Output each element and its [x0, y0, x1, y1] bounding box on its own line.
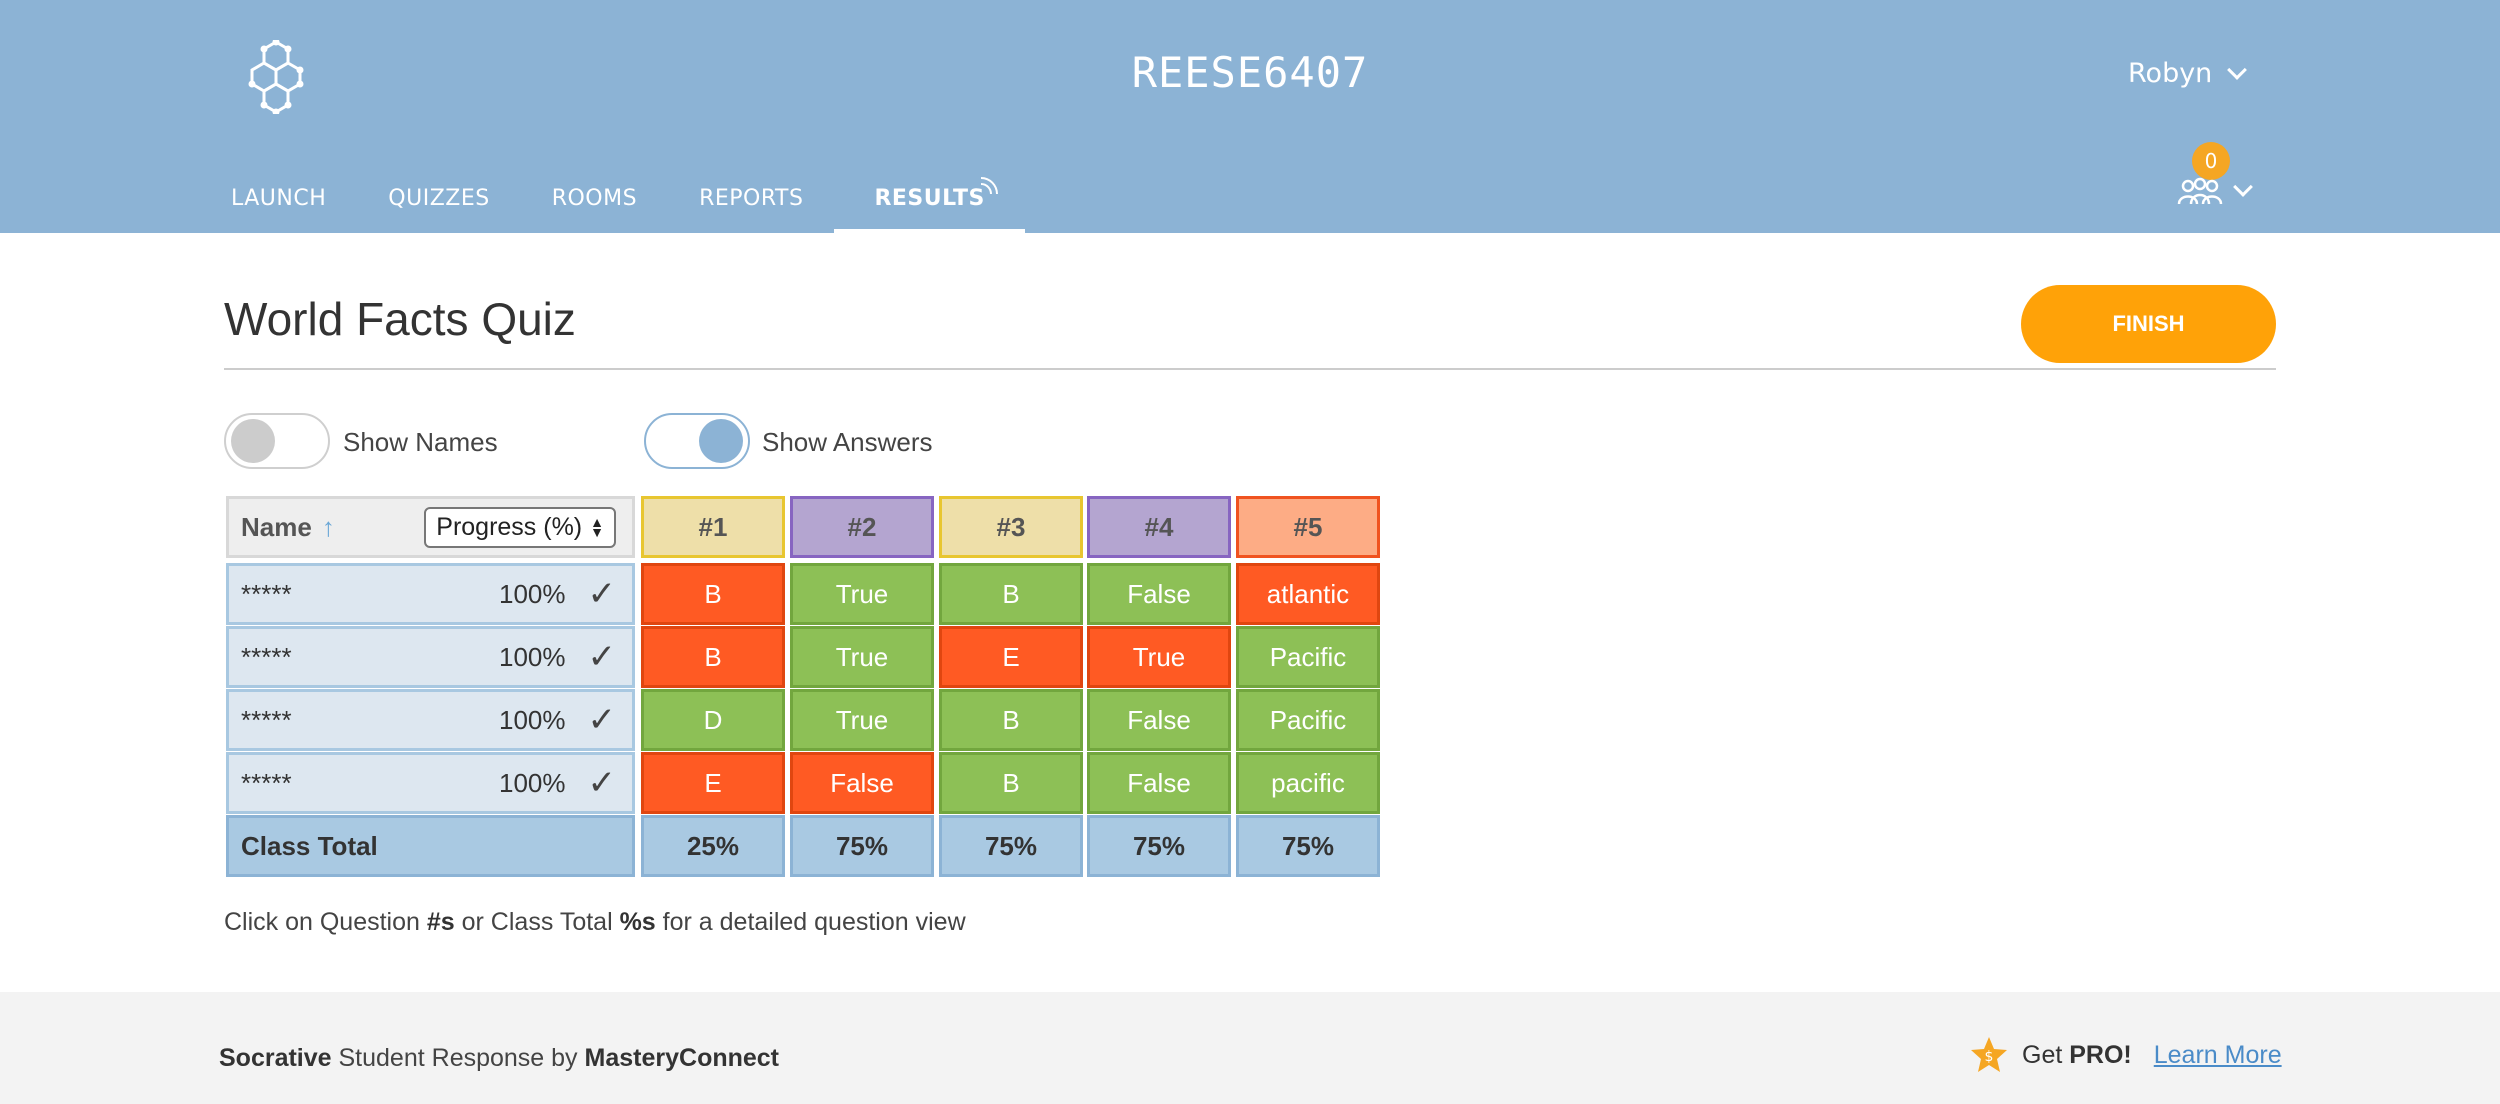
get-pro-text: Get PRO!	[2022, 1041, 2132, 1070]
nav-rooms[interactable]: ROOMS	[521, 164, 668, 233]
question-header-4[interactable]: #4	[1087, 496, 1231, 558]
show-answers-label: Show Answers	[762, 427, 933, 457]
class-total-q1[interactable]: 25%	[641, 815, 785, 877]
checkmark-icon: ✓	[587, 701, 617, 739]
sort-select[interactable]: Progress (%) ▲ ▼	[424, 506, 616, 548]
answer-cell: B	[939, 563, 1083, 625]
arrow-up-icon: ↑	[321, 511, 335, 542]
show-names-toggle[interactable]	[224, 413, 330, 469]
user-name: Robyn	[2128, 58, 2213, 89]
checkmark-icon: ✓	[587, 764, 617, 802]
answer-cell: True	[790, 563, 934, 625]
name-column-header: Name ↑ Progress (%) ▲ ▼	[226, 496, 635, 558]
answer-cell: E	[641, 752, 785, 814]
name-sort[interactable]: Name ↑	[241, 512, 335, 543]
show-answers-toggle[interactable]	[644, 413, 750, 469]
answer-cell: D	[641, 689, 785, 751]
title-divider	[224, 368, 2276, 370]
class-total-q2[interactable]: 75%	[790, 815, 934, 877]
footer-brand: Socrative Student Response by MasteryCon…	[219, 1044, 779, 1073]
question-header-2[interactable]: #2	[790, 496, 934, 558]
student-name: *****	[241, 578, 292, 609]
students-icon	[2177, 177, 2223, 205]
answer-cell: Pacific	[1236, 626, 1380, 688]
student-progress: 100%	[499, 578, 566, 609]
toggle-knob	[699, 419, 743, 463]
answer-cell: True	[1087, 626, 1231, 688]
answer-cell: True	[790, 689, 934, 751]
user-menu[interactable]: Robyn	[2128, 58, 2248, 89]
question-header-5[interactable]: #5	[1236, 496, 1380, 558]
hint-part-3: for a detailed question view	[655, 908, 966, 936]
hint-part-2: or Class Total	[454, 908, 620, 936]
live-signal-icon	[980, 177, 998, 195]
hint-text: Click on Question #s or Class Total %s f…	[224, 908, 966, 937]
finish-button[interactable]: FINISH	[2021, 285, 2276, 363]
footer-brand-masteryconnect: MasteryConnect	[584, 1044, 780, 1072]
name-header-label: Name	[241, 511, 312, 542]
hint-part-1: Click on Question	[224, 908, 427, 936]
answer-cell: False	[1087, 752, 1231, 814]
nav-results-label: RESULTS	[874, 186, 985, 211]
nav-quizzes[interactable]: QUIZZES	[357, 164, 520, 233]
class-total-label: Class Total	[226, 815, 635, 877]
answer-cell: False	[1087, 563, 1231, 625]
pro-text: PRO!	[2069, 1040, 2132, 1069]
answer-cell: False	[790, 752, 934, 814]
table-row: ***** 100% ✓	[226, 752, 635, 814]
show-names-label: Show Names	[343, 427, 498, 457]
nav-reports[interactable]: REPORTS	[668, 164, 834, 233]
get-text: Get	[2022, 1040, 2070, 1069]
answer-cell: B	[939, 689, 1083, 751]
class-total-q3[interactable]: 75%	[939, 815, 1083, 877]
answer-cell: B	[641, 563, 785, 625]
answer-cell: B	[641, 626, 785, 688]
nav-results[interactable]: RESULTS	[834, 164, 1025, 233]
class-total-q4[interactable]: 75%	[1087, 815, 1231, 877]
hint-bold-1: #s	[426, 908, 455, 936]
class-total-q5[interactable]: 75%	[1236, 815, 1380, 877]
question-header-1[interactable]: #1	[641, 496, 785, 558]
room-name: REESE6407	[1131, 48, 1369, 97]
checkmark-icon: ✓	[587, 638, 617, 676]
table-row: ***** 100% ✓	[226, 689, 635, 751]
student-name: *****	[241, 704, 292, 735]
svg-text:$: $	[1985, 1049, 1994, 1065]
chevron-down-icon	[2233, 177, 2253, 197]
answer-cell: Pacific	[1236, 689, 1380, 751]
learn-more-link[interactable]: Learn More	[2154, 1041, 2282, 1070]
student-name: *****	[241, 767, 292, 798]
footer-brand-middle: Student Response by	[331, 1044, 585, 1072]
answer-cell: atlantic	[1236, 563, 1380, 625]
student-progress: 100%	[499, 641, 566, 672]
table-row: ***** 100% ✓	[226, 563, 635, 625]
select-arrows-icon: ▲ ▼	[590, 514, 604, 540]
checkmark-icon: ✓	[587, 575, 617, 613]
footer-brand-socrative: Socrative	[219, 1044, 332, 1072]
answer-cell: False	[1087, 689, 1231, 751]
toggle-knob	[231, 419, 275, 463]
quiz-title: World Facts Quiz	[224, 293, 576, 345]
answer-cell: B	[939, 752, 1083, 814]
table-row: ***** 100% ✓	[226, 626, 635, 688]
chevron-down-icon	[2227, 59, 2248, 80]
students-menu[interactable]: 0	[2172, 140, 2253, 210]
nav-launch[interactable]: LAUNCH	[200, 164, 357, 233]
answer-cell: True	[790, 626, 934, 688]
hint-bold-2: %s	[619, 908, 656, 936]
sort-select-value: Progress (%)	[436, 512, 583, 541]
student-progress: 100%	[499, 767, 566, 798]
get-pro: $ Get PRO! Learn More	[1970, 1036, 2282, 1074]
main-nav: LAUNCH QUIZZES ROOMS REPORTS RESULTS	[200, 164, 1025, 233]
student-name: *****	[241, 641, 292, 672]
student-progress: 100%	[499, 704, 566, 735]
answer-cell: pacific	[1236, 752, 1380, 814]
top-header: REESE6407 Robyn LAUNCH QUIZZES ROOMS REP…	[0, 0, 2500, 233]
question-header-3[interactable]: #3	[939, 496, 1083, 558]
answer-cell: E	[939, 626, 1083, 688]
pro-star-icon: $	[1971, 1037, 2007, 1072]
